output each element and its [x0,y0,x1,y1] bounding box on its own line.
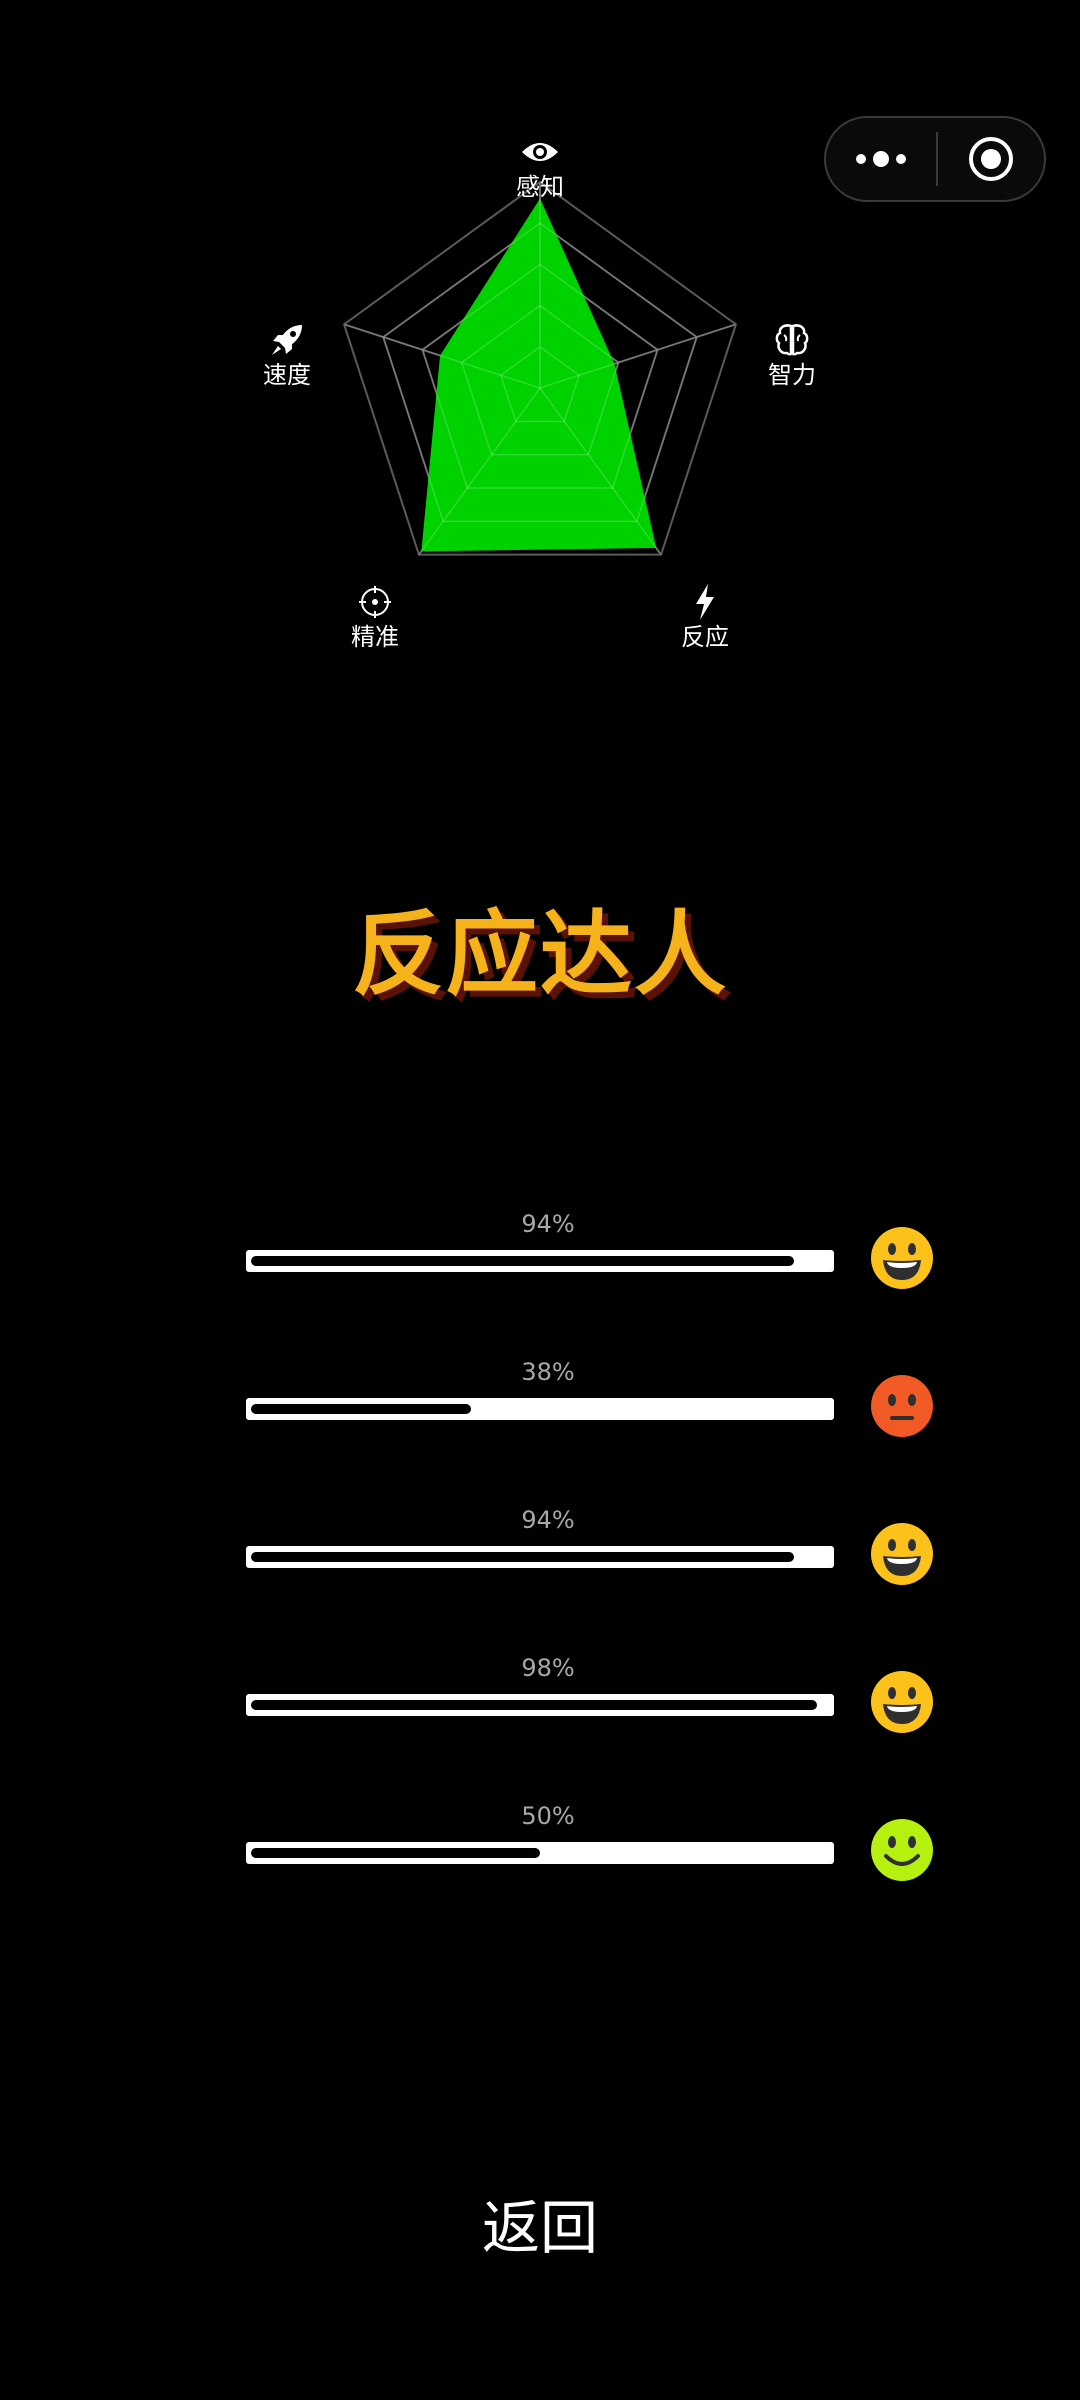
radar-axis-intelligence: 智力 [732,322,852,390]
stat-row: 94% [246,1506,936,1586]
stat-percent-label: 50% [521,1802,575,1830]
radar-axis-label: 精准 [351,623,399,651]
radar-axis-label: 感知 [516,173,564,201]
stat-progress-bar [246,1546,834,1568]
stat-percent-label: 94% [521,1506,575,1534]
stat-progress-fill [251,1404,471,1414]
radar-axis-speed: 速度 [227,322,347,390]
grinning-face-icon [871,1227,933,1289]
radar-axis-precision: 精准 [315,584,435,652]
stat-row: 38% [246,1358,936,1438]
stat-progress-fill [251,1256,794,1266]
stat-progress-bar [246,1250,834,1272]
grinning-face-icon [871,1671,933,1733]
radar-axis-label: 速度 [263,361,311,389]
ability-radar-chart [342,180,738,556]
stat-progress-bar [246,1694,834,1716]
stat-row: 98% [246,1654,936,1734]
stat-percent-label: 98% [521,1654,575,1682]
stat-progress-bar [246,1842,834,1864]
eye-icon [520,134,560,170]
result-title: 反应达人 [351,901,728,1008]
smiling-face-icon [871,1819,933,1881]
stat-progress-fill [251,1552,794,1562]
stat-percent-label: 94% [521,1210,575,1238]
stat-progress-fill [251,1700,817,1710]
radar-axis-label: 反应 [681,623,729,651]
rocket-icon [269,322,305,358]
stat-percent-label: 38% [521,1358,575,1386]
radar-axis-perception: 感知 [480,134,600,202]
stat-progress-fill [251,1848,540,1858]
stat-progress-bar [246,1398,834,1420]
radar-axis-label: 智力 [768,361,816,389]
lightning-icon [693,584,717,620]
stat-row: 50% [246,1802,936,1882]
stat-row: 94% [246,1210,936,1290]
neutral-face-icon [871,1375,933,1437]
radar-axis-reaction: 反应 [645,584,765,652]
back-button[interactable]: 返回 [440,2188,640,2268]
grinning-face-icon [871,1523,933,1585]
brain-icon [774,322,810,358]
crosshair-icon [358,584,392,620]
